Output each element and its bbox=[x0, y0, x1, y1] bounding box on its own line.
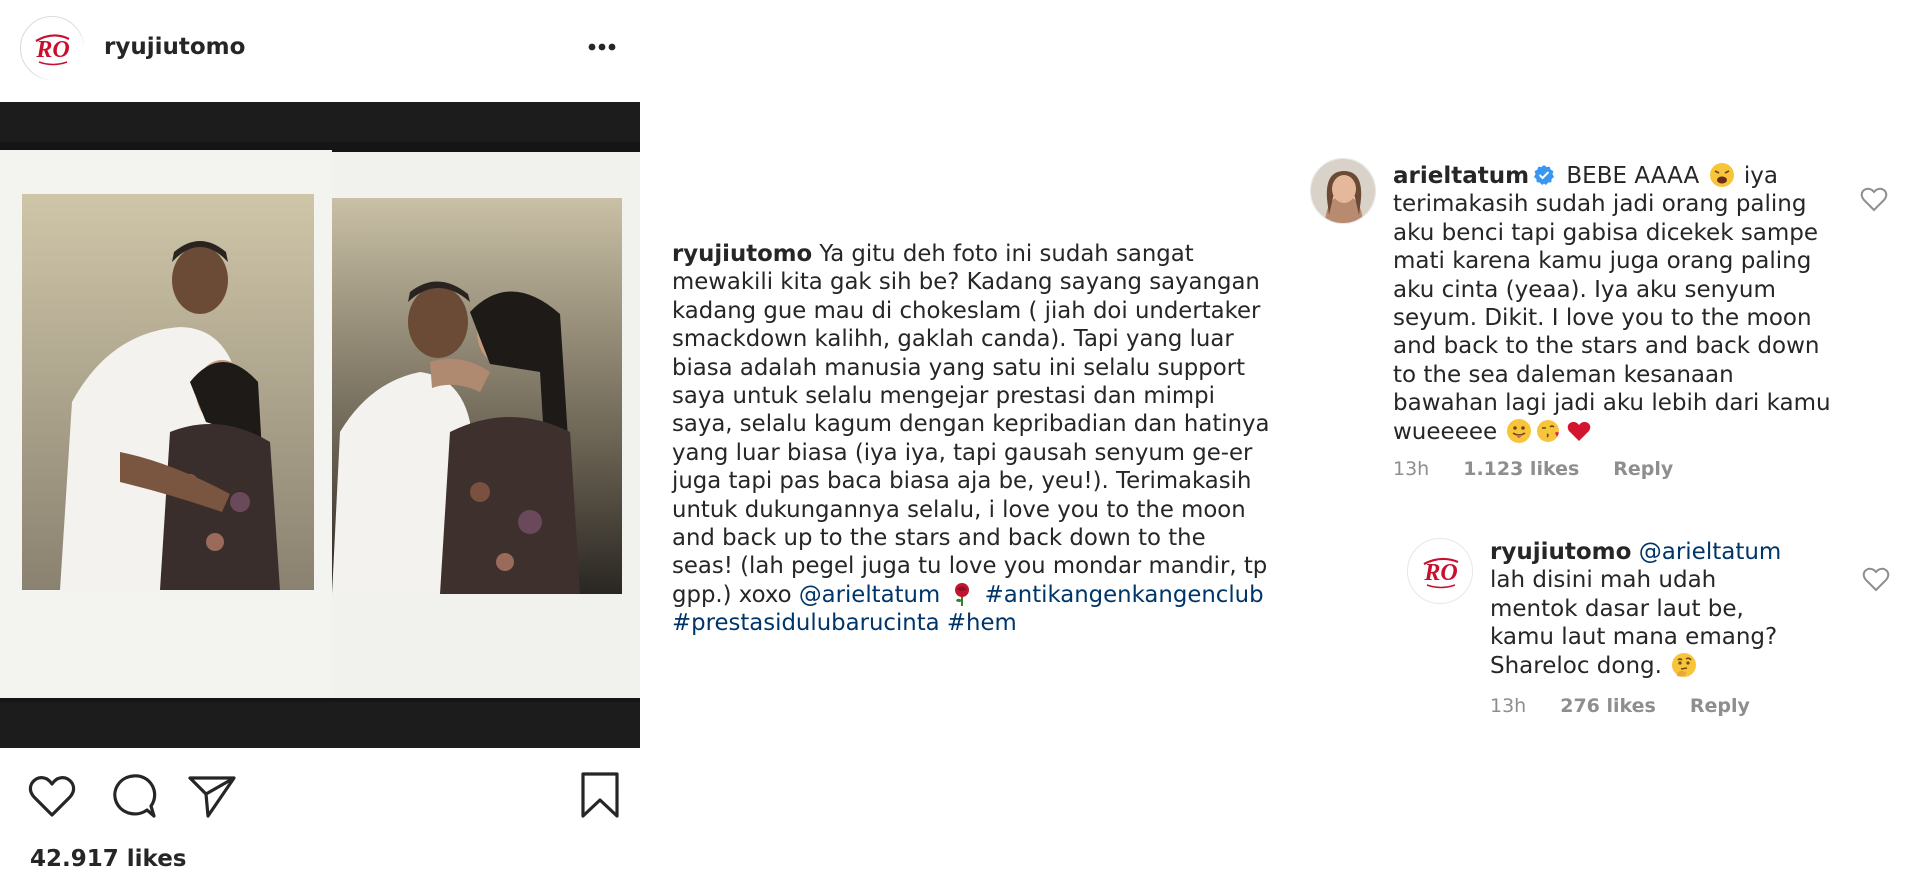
comment-body: arieltatum BEBE AAAA iya terimakasih sud… bbox=[1393, 162, 1833, 446]
rose-emoji-icon bbox=[955, 582, 970, 606]
commenter-avatar[interactable] bbox=[1310, 158, 1376, 224]
comment-mention[interactable]: @arieltatum bbox=[1639, 539, 1782, 565]
ro-logo-icon: RO bbox=[22, 18, 84, 80]
verified-badge-icon bbox=[1534, 165, 1555, 185]
comment-likes[interactable]: 1.123 likes bbox=[1463, 458, 1579, 480]
commenter-avatar[interactable]: RO bbox=[1407, 538, 1473, 604]
weary-face-emoji-icon bbox=[1709, 163, 1734, 187]
reply-button[interactable]: Reply bbox=[1613, 458, 1673, 480]
profile-avatar[interactable]: RO bbox=[20, 16, 84, 80]
comment-meta: 13h 276 likes Reply bbox=[1490, 695, 1784, 717]
more-options-icon[interactable] bbox=[584, 34, 620, 60]
bookmark-icon[interactable] bbox=[574, 770, 626, 822]
comment-heart-icon[interactable] bbox=[1862, 566, 1890, 592]
comment-icon[interactable] bbox=[107, 770, 159, 822]
heart-icon[interactable] bbox=[26, 770, 78, 822]
post-likes-count[interactable]: 42.917 likes bbox=[30, 846, 187, 872]
caption-hashtag[interactable]: #antikangenkangenclub bbox=[985, 582, 1264, 608]
post-caption: ryujiutomo Ya gitu deh foto ini sudah sa… bbox=[672, 240, 1272, 638]
comment-username[interactable]: arieltatum bbox=[1393, 163, 1529, 189]
logo-text: RO bbox=[1423, 560, 1457, 586]
tongue-face-emoji-icon bbox=[1507, 418, 1532, 443]
post-username[interactable]: ryujiutomo bbox=[104, 34, 245, 60]
post-actions bbox=[0, 770, 640, 826]
caption-mention[interactable]: @arieltatum bbox=[799, 582, 940, 608]
comment-likes[interactable]: 276 likes bbox=[1560, 695, 1656, 717]
comment-text: lah disini mah udah mentok dasar laut be… bbox=[1490, 567, 1778, 679]
paper-plane-icon[interactable] bbox=[186, 770, 238, 822]
caption-hashtag[interactable]: #hem bbox=[947, 610, 1017, 636]
comment-username[interactable]: ryujiutomo bbox=[1490, 539, 1631, 565]
red-heart-emoji-icon bbox=[1568, 421, 1591, 441]
comment-text: iya terimakasih sudah jadi orang paling … bbox=[1393, 163, 1831, 445]
post-photo[interactable] bbox=[0, 102, 640, 748]
comment-heart-icon[interactable] bbox=[1860, 186, 1888, 212]
reply-button[interactable]: Reply bbox=[1690, 695, 1750, 717]
comment-body: ryujiutomo @arieltatum lah disini mah ud… bbox=[1490, 538, 1810, 680]
thinking-face-emoji-icon bbox=[1672, 652, 1697, 677]
caption-text: Ya gitu deh foto ini sudah sangat mewaki… bbox=[672, 241, 1270, 608]
caption-hashtag[interactable]: #prestasidulubarucinta bbox=[672, 610, 940, 636]
logo-text: RO bbox=[35, 37, 69, 63]
comment-text: BEBE AAAA bbox=[1559, 163, 1707, 189]
comment-time: 13h bbox=[1490, 695, 1527, 717]
caption-username[interactable]: ryujiutomo bbox=[672, 241, 812, 267]
kissing-heart-emoji-icon bbox=[1537, 419, 1560, 442]
comment-time: 13h bbox=[1393, 458, 1430, 480]
post-header: RO ryujiutomo bbox=[0, 0, 640, 96]
comment-meta: 13h 1.123 likes Reply bbox=[1393, 458, 1707, 480]
